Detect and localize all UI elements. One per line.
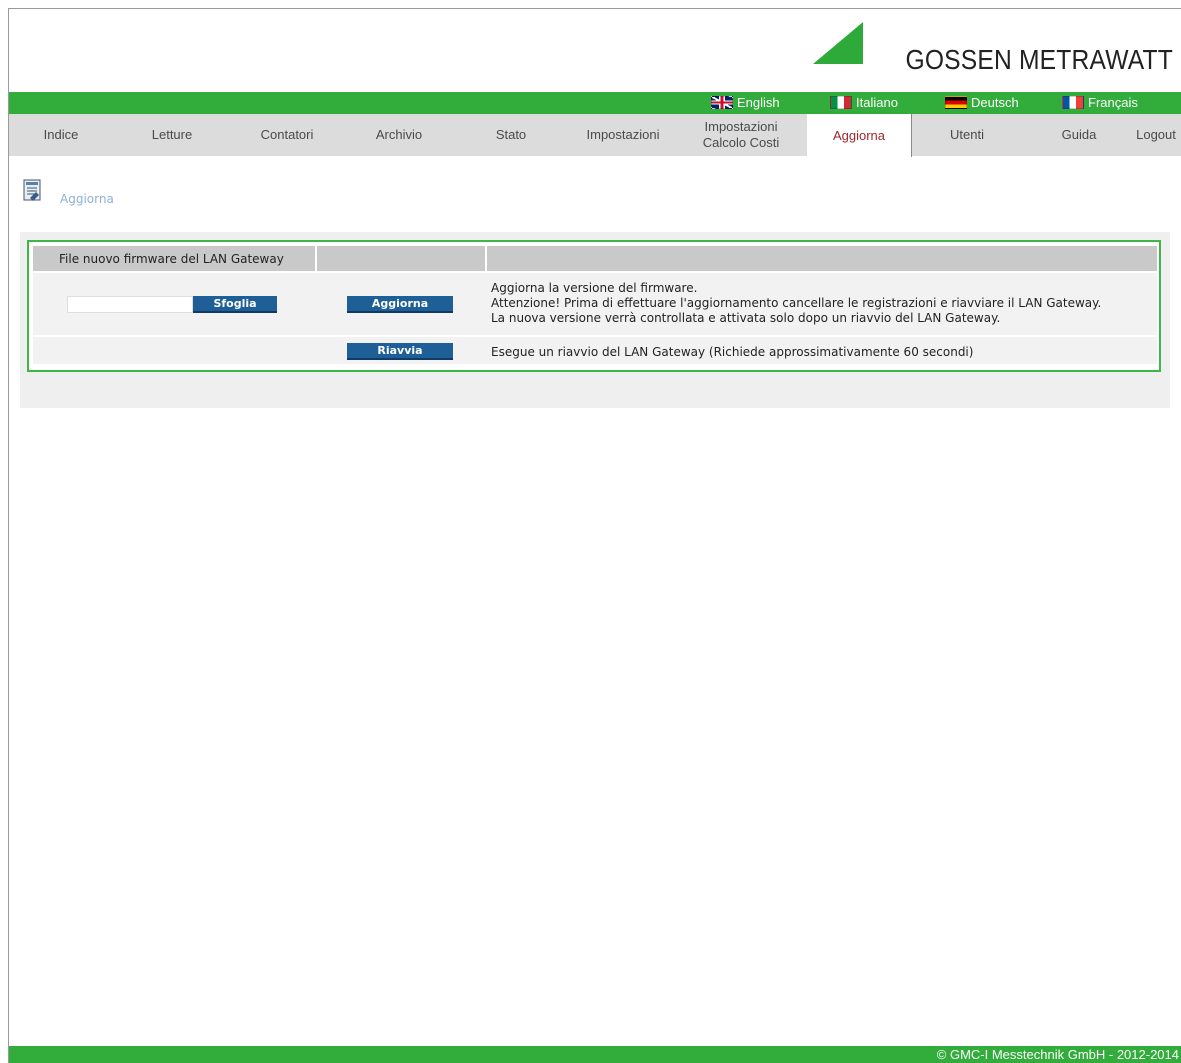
brand-name: GOSSEN METRAWATT	[905, 44, 1173, 75]
tab-utenti[interactable]: Utenti	[925, 114, 1009, 156]
main-nav: Indice Letture Contatori Archivio Stato …	[9, 114, 1181, 157]
france-flag-icon	[1062, 96, 1084, 109]
page-title: Aggiorna	[60, 192, 114, 206]
restart-description: Esegue un riavvio del LAN Gateway (Richi…	[491, 345, 974, 359]
header-firmware-file: File nuovo firmware del LAN Gateway	[33, 246, 315, 271]
restart-button[interactable]: Riavvia	[347, 343, 453, 360]
language-bar: English Italiano Deutsch Français	[9, 92, 1181, 114]
logo-triangle-icon	[813, 22, 864, 64]
page-frame	[8, 8, 1181, 1063]
brand-logo: GOSSEN METRAWATT	[813, 16, 1173, 76]
uk-flag-icon	[711, 96, 733, 109]
language-francais[interactable]: Français	[1062, 95, 1138, 110]
language-label: Deutsch	[971, 95, 1019, 110]
update-description: Aggiorna la versione del firmware. Atten…	[491, 281, 1101, 326]
tab-label-line1: Impostazioni	[704, 119, 778, 134]
germany-flag-icon	[945, 96, 967, 109]
tab-contatori[interactable]: Contatori	[241, 114, 333, 156]
tab-indice[interactable]: Indice	[19, 114, 103, 156]
header-actions	[317, 246, 485, 271]
language-italiano[interactable]: Italiano	[830, 95, 898, 110]
update-button[interactable]: Aggiorna	[347, 296, 453, 313]
firmware-file-input[interactable]	[67, 296, 193, 313]
browse-button[interactable]: Sfoglia	[193, 296, 277, 313]
firmware-update-panel: File nuovo firmware del LAN Gateway Sfog…	[27, 240, 1161, 372]
italy-flag-icon	[830, 96, 852, 109]
update-desc-line: Attenzione! Prima di effettuare l'aggior…	[491, 296, 1102, 310]
language-label: Français	[1088, 95, 1138, 110]
tab-impostazioni[interactable]: Impostazioni	[575, 114, 671, 156]
update-page-icon	[23, 179, 41, 201]
tab-impostazioni-calcolo-costi[interactable]: Impostazioni Calcolo Costi	[685, 114, 797, 156]
tab-guida[interactable]: Guida	[1039, 114, 1119, 156]
tab-aggiorna[interactable]: Aggiorna	[807, 114, 912, 157]
tab-logout[interactable]: Logout	[1131, 114, 1181, 156]
update-desc-line: Aggiorna la versione del firmware.	[491, 281, 698, 295]
language-english[interactable]: English	[711, 95, 780, 110]
tab-stato[interactable]: Stato	[471, 114, 551, 156]
tab-archivio[interactable]: Archivio	[357, 114, 441, 156]
language-label: Italiano	[856, 95, 898, 110]
language-deutsch[interactable]: Deutsch	[945, 95, 1019, 110]
update-desc-line: La nuova versione verrà controllata e at…	[491, 311, 1001, 325]
footer-copyright: © GMC-I Messtechnik GmbH - 2012-2014	[9, 1046, 1181, 1063]
tab-label-line2: Calcolo Costi	[702, 135, 780, 150]
language-label: English	[737, 95, 780, 110]
header-description	[487, 246, 1157, 271]
tab-letture[interactable]: Letture	[129, 114, 215, 156]
